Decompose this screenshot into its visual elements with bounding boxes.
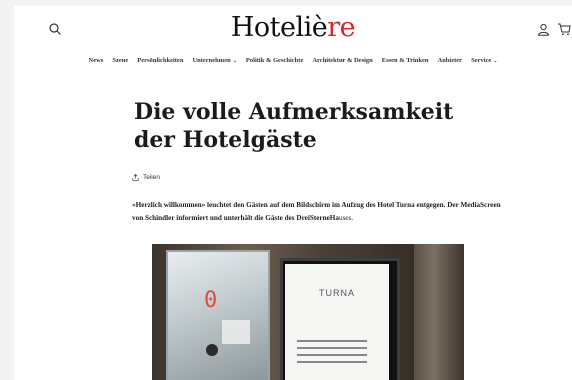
- nav-item-service[interactable]: Service ⌄: [471, 57, 497, 64]
- nav-item-persoenlichkeiten[interactable]: Persönlichkeiten: [137, 57, 183, 64]
- logo-main: Hoteliè: [230, 12, 328, 43]
- call-panel: [222, 320, 250, 344]
- nav-item-label: Architektur & Design: [312, 57, 373, 64]
- nav-item-architektur[interactable]: Architektur & Design: [312, 57, 372, 64]
- nav-item-unternehmen[interactable]: Unternehmen ⌄: [192, 57, 236, 64]
- nav-item-label: Szene: [112, 57, 129, 64]
- lead-rest-text: uses.: [338, 214, 354, 222]
- site-header: Hotelière: [14, 6, 572, 50]
- article-lead: «Herzlich willkommen» leuchtet den Gäste…: [132, 199, 502, 225]
- article-image: 0 TURNA: [152, 244, 464, 380]
- nav-item-label: Service: [471, 57, 492, 64]
- nav-item-label: Persönlichkeiten: [137, 57, 184, 64]
- share-button[interactable]: Teilen: [132, 174, 160, 181]
- site-logo[interactable]: Hotelière: [14, 12, 572, 43]
- chevron-down-icon: ⌄: [232, 59, 237, 64]
- elevator-button: [206, 344, 218, 356]
- screen-text-lines: [297, 340, 367, 368]
- article-title: Die volle Aufmerksamkeit der Hotelgäste: [134, 99, 454, 153]
- screen-line: [297, 354, 367, 356]
- nav-item-label: Anbieter: [437, 57, 463, 64]
- nav-item-politik[interactable]: Politik & Geschichte: [246, 57, 303, 64]
- elevator-door: [414, 244, 464, 380]
- screen-line: [297, 340, 367, 342]
- nav-item-label: News: [88, 57, 104, 64]
- account-icon[interactable]: [537, 23, 550, 36]
- main-nav: News Szene Persönlichkeiten Unternehmen ⌄…: [14, 57, 572, 64]
- page: Hotelière News Szene Persönlichkeiten Un…: [14, 6, 572, 380]
- logo-accent: re: [327, 12, 356, 43]
- share-icon: [132, 174, 139, 181]
- elevator-mirror-panel: [166, 250, 270, 380]
- nav-item-anbieter[interactable]: Anbieter: [438, 57, 463, 64]
- screen-line: [297, 347, 367, 349]
- lead-bold-text: «Herzlich willkommen» leuchtet den Gäste…: [132, 201, 501, 222]
- nav-item-label: Politik & Geschichte: [245, 57, 304, 64]
- nav-item-essen[interactable]: Essen & Trinken: [382, 57, 429, 64]
- cart-icon[interactable]: [557, 23, 571, 36]
- floor-indicator: 0: [204, 288, 218, 313]
- nav-item-label: Essen & Trinken: [381, 57, 429, 64]
- screen-line: [297, 361, 367, 363]
- share-label: Teilen: [143, 174, 160, 181]
- screen-brand-text: TURNA: [319, 288, 355, 298]
- nav-item-label: Unternehmen: [192, 57, 231, 64]
- nav-item-szene[interactable]: Szene: [112, 57, 128, 64]
- nav-item-news[interactable]: News: [89, 57, 104, 64]
- chevron-down-icon: ⌄: [493, 59, 498, 64]
